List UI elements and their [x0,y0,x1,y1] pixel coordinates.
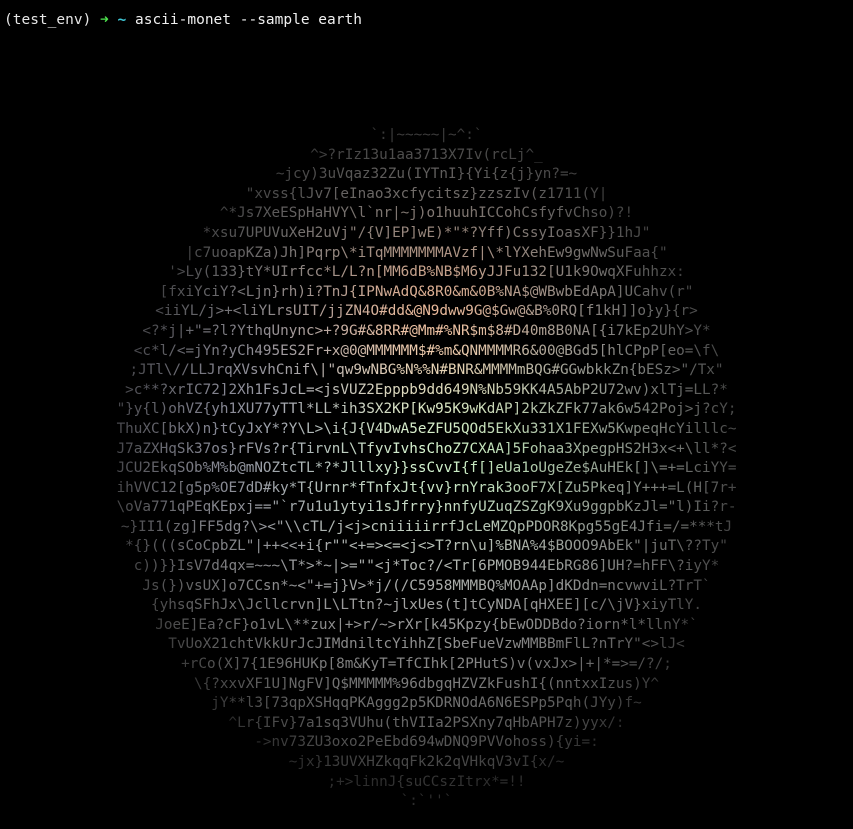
ascii-art-line: ^>?rIz13u1aa3713X7Iv(rcLj^_ [310,146,543,163]
ascii-art-line: `:`''` [400,793,453,810]
ascii-art-line: ThuXC[bkX)n}tCyJxY*?Y\L>\i{J{V4DwA5eZFU5… [116,420,737,437]
ascii-art-line: <c*l/<=jYn?yCh495ES2Fr+x@0@MMMMMM$#%m&QN… [133,342,720,359]
ascii-earth-art: `:|~~~~~|~^:` ^>?rIz13u1aa3713X7Iv(rcLj^_… [0,126,853,812]
ascii-art-line: \oVa771qPEqKEpxj=="`r7u1u1ytyi1sJfrry}nn… [116,499,737,516]
command-prompt-line: (test_env) ➜ ~ ascii-monet --sample eart… [4,11,362,29]
ascii-art-line: |c7uoapKZa)Jh]Pqrp\*iTqMMMMMMMAVzf|\*lYX… [185,244,668,261]
ascii-art-line: \{?xxvXF1U]NgFV]Q$MMMMM%96dbgqHZVZkFushI… [194,675,659,692]
ascii-art-line: ~jcy)3uVqaz32Zu(IYTnI}{Yi{z{j}yn?=~ [275,166,578,183]
ascii-art-line: <?*j|+"=?l?YthqUnync>+?9G#&8RR#@Mm#%NR$m… [142,322,711,339]
command-text[interactable]: ascii-monet --sample earth [135,12,362,28]
ascii-art-line: `:|~~~~~|~^:` [370,127,483,143]
ascii-art-line: ^*Js7XeESpHaHVY\l`nr|~j)o1huuhICCohCsfyf… [219,205,634,222]
ascii-art-line: >c**?xrIC72]2Xh1FsJcL=<jsVUZ2Epppb9dd649… [125,381,728,398]
ascii-art-line: '>Ly(133}tY*UIrfcc*L/L?n[MM6dB%NB$M6yJJF… [168,264,685,281]
ascii-art-line: ~}II1(zg]FF5dg?\><"\\cTL/j<j>cniiiiirrfJ… [120,518,733,535]
ascii-art-line: Js(})vsUX]o7CCsn*~<"+=j}V>*j/(/C5958MMMB… [142,577,711,594]
ascii-art-line: ihVVC12[g5p%OE7dD#ky*T{Urnr*fTnfxJt{vv}r… [116,479,737,496]
ascii-art-line: JCU2EkqSOb%M%b@mNOZtcTL*?*Jlllxy}}ssCvvI… [116,460,737,477]
ascii-art-line: "}y{l)ohVZ{yh1XU77yTTl*LL*ih3SX2KP[Kw95K… [116,401,737,418]
prompt-arrow-icon: ➜ [100,12,109,28]
ascii-art-line: <iiYL/j>+<liYLrsUIT/jjZN4O#dd&@N9dww9G@$… [155,303,698,320]
ascii-art-line: TvUoX21chtVkkUrJcJIMdniltcYihhZ[SbeFueVz… [168,636,685,653]
ascii-art-line: {yhsqSFhJx\Jcllcrvn]L\LTtn?~jlxUes(t]tCy… [151,597,702,614]
ascii-art-line: c))}}IsV7d4qx=~~~\T*>*~|>=""<j*Toc?/<Tr[… [133,558,720,575]
ascii-art-line: ~jx}13UVXHZkqqFk2k2qVHkqV3vI{x/~ [288,754,565,770]
ascii-art-line: *xsu7UPUVuXeH2uVj"/{V]EP]wE)*"*?Yff)Cssy… [202,224,651,241]
ascii-art-line: ;JTl\//LLJrqXVsvhCnif\|"qw9wNBG%N%%N#BNR… [129,362,724,379]
ascii-art-line: J7aZXHqSk37os}rFVs?r{TirvnL\TfyvIvhsChoZ… [116,440,737,457]
ascii-art-line: ^Lr{IFv}7a1sq3VUhu(thVIIa2PSXny7qHbAPH7z… [228,714,625,731]
current-directory: ~ [117,12,127,28]
ascii-art-line: +rCo(X]7{1E96HUKp[8m&KyT=TfCIhk[2PHutS)v… [181,656,672,673]
ascii-art-line: jY**l3[73qpXSHqqPKAggg2p5KDRNOdA6N6ESPp5… [211,695,642,712]
ascii-art-line: *{}(((sCoCpbZL"|++<<+i{r""<+=><=<j<>T?rn… [125,538,728,555]
ascii-art-line: [fxiYciY?<Ljn}rh)i?TnJ{IPNwAdQ&8R0&m&0B%… [159,283,694,300]
virtualenv-label: (test_env) [4,12,92,28]
ascii-art-line: "xvss{lJv7[eInao3xcfycitsz}zzszIv(z1711(… [245,185,608,202]
terminal-window[interactable]: (test_env) ➜ ~ ascii-monet --sample eart… [0,0,853,829]
ascii-art-line: JoeE]Ea?cF}o1vL\**zux|+>r/~>rXr[k45Kpzy{… [155,616,698,633]
ascii-art-line: ;+>linnJ{suCCszItrx*=!! [327,773,526,790]
ascii-art-line: ->nv73ZU3oxo2PeEbd694wDNQ9PVVohoss){yi=: [254,734,599,751]
